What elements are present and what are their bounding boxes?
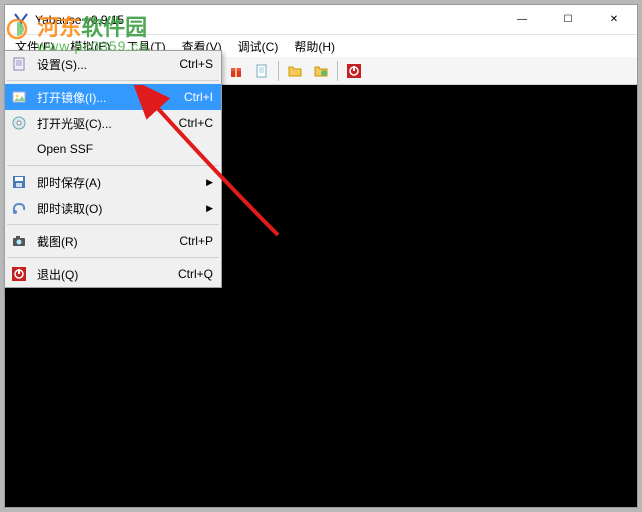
app-icon	[13, 12, 29, 28]
camera-icon	[9, 231, 29, 251]
toolbar-separator	[278, 61, 279, 81]
submenu-arrow-icon: ▶	[206, 177, 213, 188]
menu-settings[interactable]: 设置(S)... Ctrl+S	[5, 51, 221, 77]
menu-open-cd[interactable]: 打开光驱(C)... Ctrl+C	[5, 110, 221, 136]
menu-open-ssf[interactable]: Open SSF	[5, 136, 221, 162]
menu-quit[interactable]: 退出(Q) Ctrl+Q	[5, 261, 221, 287]
menu-save-state[interactable]: 即时保存(A) ▶	[5, 169, 221, 195]
menu-item-label: 截图(R)	[37, 233, 179, 250]
menu-item-label: 即时读取(O)	[37, 200, 202, 217]
menu-item-shortcut: Ctrl+Q	[178, 267, 213, 281]
menu-item-shortcut: Ctrl+P	[179, 234, 213, 248]
menu-separator	[7, 257, 219, 258]
file-menu-dropdown: 设置(S)... Ctrl+S 打开镜像(I)... Ctrl+I 打开光驱(C…	[4, 50, 222, 288]
folder-icon[interactable]	[283, 59, 307, 83]
power-icon[interactable]	[342, 59, 366, 83]
window-controls: — ☐ ✕	[499, 5, 637, 35]
menu-item-label: 打开镜像(I)...	[37, 89, 184, 106]
menu-item-shortcut: Ctrl+C	[179, 116, 213, 130]
load-icon	[9, 198, 29, 218]
minimize-button[interactable]: —	[499, 5, 545, 35]
folder2-icon[interactable]	[309, 59, 333, 83]
settings-icon	[9, 54, 29, 74]
menu-item-label: 打开光驱(C)...	[37, 115, 179, 132]
menu-item-label: 即时保存(A)	[37, 174, 202, 191]
menu-item-label: 设置(S)...	[37, 56, 179, 73]
gift-icon[interactable]	[224, 59, 248, 83]
cd-icon	[9, 113, 29, 133]
menu-item-label: Open SSF	[37, 142, 213, 156]
page-icon[interactable]	[250, 59, 274, 83]
menu-separator	[7, 165, 219, 166]
menu-load-state[interactable]: 即时读取(O) ▶	[5, 195, 221, 221]
menu-debug[interactable]: 调试(C)	[230, 36, 287, 57]
close-button[interactable]: ✕	[591, 5, 637, 35]
titlebar: Yabause v0.9.15 — ☐ ✕	[5, 5, 637, 35]
menu-screenshot[interactable]: 截图(R) Ctrl+P	[5, 228, 221, 254]
blank-icon	[9, 139, 29, 159]
window-title: Yabause v0.9.15	[35, 13, 499, 27]
submenu-arrow-icon: ▶	[206, 203, 213, 214]
menu-item-shortcut: Ctrl+S	[179, 57, 213, 71]
toolbar-separator	[337, 61, 338, 81]
menu-help[interactable]: 帮助(H)	[286, 36, 343, 57]
menu-separator	[7, 224, 219, 225]
menu-item-label: 退出(Q)	[37, 266, 178, 283]
menu-open-image[interactable]: 打开镜像(I)... Ctrl+I	[5, 84, 221, 110]
save-icon	[9, 172, 29, 192]
image-icon	[9, 87, 29, 107]
maximize-button[interactable]: ☐	[545, 5, 591, 35]
power-icon	[9, 264, 29, 284]
menu-separator	[7, 80, 219, 81]
menu-item-shortcut: Ctrl+I	[184, 90, 213, 104]
